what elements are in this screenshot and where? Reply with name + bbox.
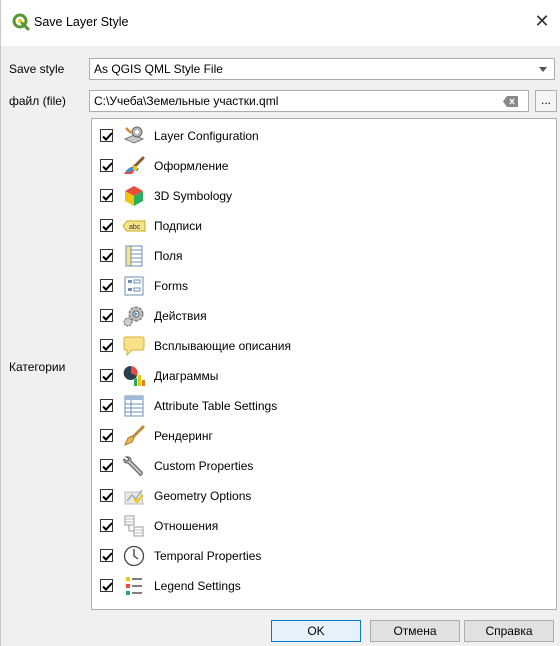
checkbox[interactable]: [100, 579, 113, 592]
category-label: Всплывающие описания: [154, 339, 292, 353]
geometry-options-icon: [124, 489, 144, 505]
svg-text:abc: abc: [129, 224, 141, 231]
categories-list: Layer Configuration Оформление 3D Symbol…: [91, 118, 557, 610]
checkbox[interactable]: [100, 249, 113, 262]
chevron-down-icon: [539, 67, 547, 72]
clock-icon: [123, 545, 145, 567]
category-relations[interactable]: Отношения: [98, 513, 538, 539]
qgis-logo-icon: [12, 13, 30, 31]
checkbox[interactable]: [100, 309, 113, 322]
category-fields[interactable]: Поля: [98, 243, 538, 269]
category-label: Подписи: [154, 219, 202, 233]
relations-icon: [124, 515, 144, 537]
save-style-value: As QGIS QML Style File: [94, 62, 223, 76]
category-label: Отношения: [154, 519, 219, 533]
category-diagrams[interactable]: Диаграммы: [98, 363, 538, 389]
checkbox[interactable]: [100, 189, 113, 202]
title-bar: Save Layer Style ✕: [1, 0, 560, 46]
speech-bubble-icon: [123, 336, 145, 357]
file-path-value: C:\Учеба\Земельные участки.qml: [94, 94, 279, 108]
category-forms[interactable]: Forms: [98, 273, 538, 299]
category-3d-symbology[interactable]: 3D Symbology: [98, 183, 538, 209]
wrench-icon: [123, 456, 143, 476]
clear-text-icon[interactable]: [503, 96, 518, 107]
category-label: Оформление: [154, 159, 229, 173]
save-style-select[interactable]: As QGIS QML Style File: [89, 58, 555, 80]
attribute-table-icon: [124, 395, 144, 417]
paintbrush-icon: [124, 156, 145, 174]
checkbox[interactable]: [100, 399, 113, 412]
cancel-button[interactable]: Отмена: [370, 620, 460, 642]
help-button[interactable]: Справка: [464, 620, 554, 642]
category-label: Рендеринг: [154, 429, 213, 443]
forms-icon: [124, 276, 144, 296]
save-layer-style-dialog: Save Layer Style ✕ Save style As QGIS QM…: [0, 0, 560, 646]
fields-icon: [125, 245, 143, 267]
category-layer-configuration[interactable]: Layer Configuration: [98, 123, 538, 149]
actions-gear-icon: [123, 306, 144, 327]
category-actions[interactable]: Действия: [98, 303, 538, 329]
category-legend-settings[interactable]: Legend Settings: [98, 573, 538, 599]
category-label: Диаграммы: [154, 369, 219, 383]
checkbox[interactable]: [100, 219, 113, 232]
abc-label-icon: abc: [122, 220, 146, 232]
category-map-tips[interactable]: Всплывающие описания: [98, 333, 538, 359]
category-labels[interactable]: abc Подписи: [98, 213, 538, 239]
categories-label: Категории: [9, 360, 66, 374]
file-label: файл (file): [9, 94, 66, 108]
legend-icon: [126, 577, 142, 595]
checkbox[interactable]: [100, 129, 113, 142]
checkbox[interactable]: [100, 429, 113, 442]
category-label: Forms: [154, 279, 188, 293]
cube-3d-icon: [125, 186, 143, 206]
checkbox[interactable]: [100, 159, 113, 172]
close-icon[interactable]: ✕: [531, 10, 553, 32]
save-style-label: Save style: [9, 62, 65, 76]
layer-config-icon: [123, 126, 145, 144]
category-label: Поля: [154, 249, 183, 263]
category-attribute-table-settings[interactable]: Attribute Table Settings: [98, 393, 538, 419]
category-label: Layer Configuration: [154, 129, 259, 143]
checkbox[interactable]: [100, 489, 113, 502]
browse-button[interactable]: ...: [535, 90, 557, 112]
category-rendering[interactable]: Рендеринг: [98, 423, 538, 449]
checkbox[interactable]: [100, 459, 113, 472]
category-label: Действия: [154, 309, 207, 323]
category-label: 3D Symbology: [154, 189, 233, 203]
checkbox[interactable]: [100, 369, 113, 382]
checkbox[interactable]: [100, 519, 113, 532]
rendering-brush-icon: [124, 425, 145, 446]
category-label: Custom Properties: [154, 459, 254, 473]
category-geometry-options[interactable]: Geometry Options: [98, 483, 538, 509]
category-temporal-properties[interactable]: Temporal Properties: [98, 543, 538, 569]
file-path-input[interactable]: C:\Учеба\Земельные участки.qml: [89, 90, 529, 112]
category-label: Temporal Properties: [154, 549, 262, 563]
diagrams-icon: [123, 365, 145, 386]
category-label: Geometry Options: [154, 489, 252, 503]
checkbox[interactable]: [100, 279, 113, 292]
category-custom-properties[interactable]: Custom Properties: [98, 453, 538, 479]
ok-button[interactable]: OK: [271, 620, 361, 642]
checkbox[interactable]: [100, 549, 113, 562]
category-symbology[interactable]: Оформление: [98, 153, 538, 179]
checkbox[interactable]: [100, 339, 113, 352]
window-title: Save Layer Style: [34, 15, 129, 29]
category-label: Legend Settings: [154, 579, 241, 593]
category-label: Attribute Table Settings: [154, 399, 278, 413]
